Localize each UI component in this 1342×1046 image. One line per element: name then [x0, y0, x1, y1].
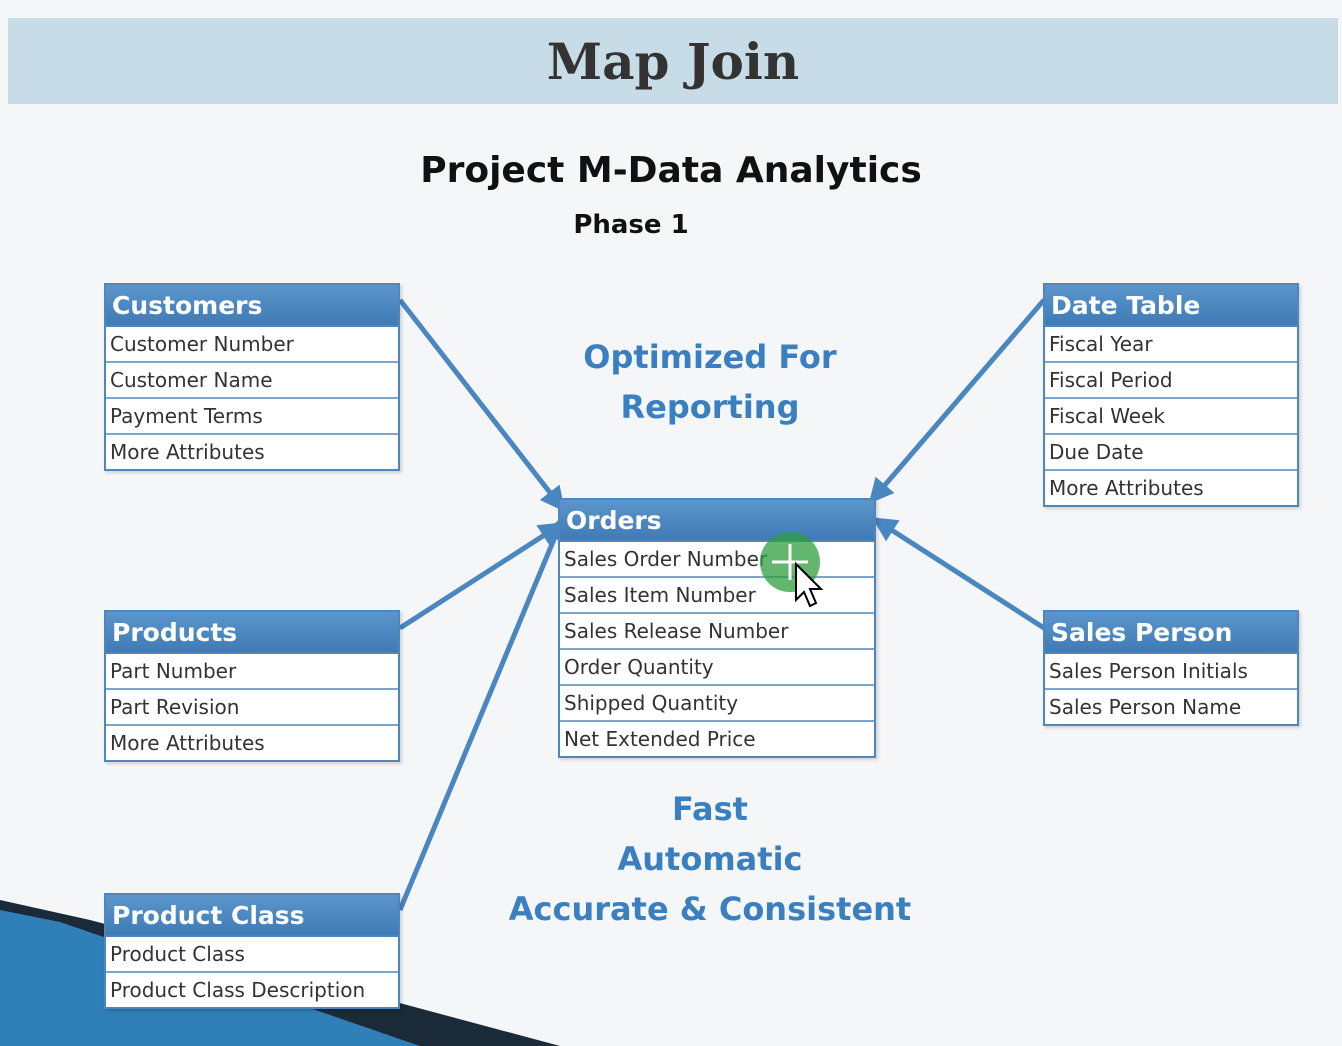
arrow-datetable-orders — [868, 298, 1046, 504]
product-class-row: Product Class — [106, 937, 398, 973]
sales-person-row: Sales Person Initials — [1045, 654, 1297, 690]
date-table-row: Fiscal Period — [1045, 363, 1297, 399]
sales-person-row: Sales Person Name — [1049, 695, 1242, 719]
date-table-header: Date Table — [1045, 285, 1297, 327]
products-row: More Attributes — [110, 731, 265, 755]
customers-row: Payment Terms — [106, 399, 398, 435]
date-table-row: Fiscal Year — [1045, 327, 1297, 363]
products-row: Part Revision — [106, 690, 398, 726]
product-class-table-header: Product Class — [106, 895, 398, 937]
orders-row: Shipped Quantity — [560, 686, 874, 722]
mouse-cursor-icon — [760, 532, 824, 608]
products-row: Part Number — [106, 654, 398, 690]
date-table-row: Due Date — [1045, 435, 1297, 471]
date-table-row: More Attributes — [1049, 476, 1204, 500]
slide: Map Join Project M-Data Analytics Phase … — [0, 0, 1342, 1046]
arrow-salesperson-orders — [871, 517, 1046, 631]
customers-row: Customer Number — [106, 327, 398, 363]
customers-row: Customer Name — [106, 363, 398, 399]
customers-table-header: Customers — [106, 285, 398, 327]
product-class-table: Product Class Product Class Product Clas… — [104, 893, 400, 1009]
customers-table: Customers Customer Number Customer Name … — [104, 283, 400, 471]
customers-row: More Attributes — [110, 440, 265, 464]
date-table-row: Fiscal Week — [1045, 399, 1297, 435]
products-table: Products Part Number Part Revision More … — [104, 610, 400, 762]
date-table: Date Table Fiscal Year Fiscal Period Fis… — [1043, 283, 1299, 507]
orders-row: Sales Release Number — [560, 614, 874, 650]
orders-table: Orders Sales Order Number Sales Item Num… — [558, 498, 876, 758]
orders-row: Order Quantity — [560, 650, 874, 686]
product-class-row: Product Class Description — [110, 978, 366, 1002]
arrow-customers-orders — [398, 298, 566, 512]
sales-person-table-header: Sales Person — [1045, 612, 1297, 654]
sales-person-table: Sales Person Sales Person Initials Sales… — [1043, 610, 1299, 726]
products-table-header: Products — [106, 612, 398, 654]
orders-row: Net Extended Price — [564, 727, 756, 751]
